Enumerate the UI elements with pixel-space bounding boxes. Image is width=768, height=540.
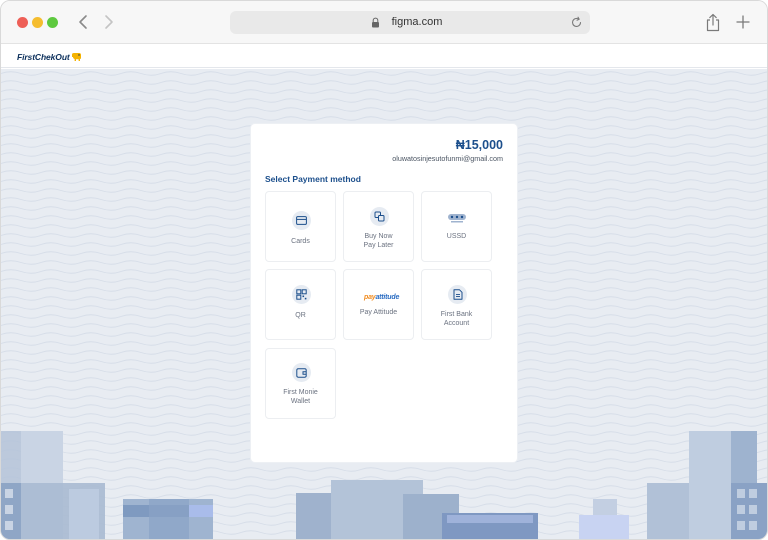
qr-icon (292, 285, 311, 304)
ussd-icon (448, 214, 466, 223)
firstchekout-logo[interactable]: FirstChekOut (17, 51, 82, 63)
maximize-window-button[interactable] (47, 17, 58, 28)
card-icon (292, 211, 311, 230)
back-chevron-icon[interactable] (75, 12, 93, 32)
bnpl-icon (370, 207, 389, 226)
payment-method-pay-attitude[interactable]: payattitude Pay Attitude (343, 269, 414, 340)
browser-toolbar: figma.com (1, 1, 767, 44)
reload-icon[interactable] (570, 16, 583, 29)
method-label: First Monie Wallet (268, 389, 333, 406)
method-label: Cards (291, 238, 310, 245)
payment-method-ussd[interactable]: USSD (421, 191, 492, 262)
method-label: USSD (446, 233, 467, 240)
forward-chevron-icon[interactable] (99, 12, 117, 32)
payment-method-cards[interactable]: Cards (265, 191, 336, 262)
method-label: Buy Now Pay Later (346, 233, 411, 250)
customer-email: oluwatosinjesutofunmi@gmail.com (392, 154, 503, 163)
method-label: First Bank Account (424, 311, 489, 328)
method-label-line2: Account (443, 319, 470, 327)
bank-icon (448, 285, 467, 304)
method-label-line1: First Bank (440, 311, 473, 318)
method-label-line2: Wallet (290, 397, 311, 405)
payment-method-buy-now-pay-later[interactable]: Buy Now Pay Later (343, 191, 414, 262)
method-label-line1: First Monie (283, 389, 318, 396)
site-header: FirstChekOut (1, 44, 767, 68)
share-icon[interactable] (705, 13, 721, 32)
browser-window: figma.com FirstChekOut ₦15,000 oluwatosi… (0, 0, 768, 540)
payment-amount: ₦15,000 (455, 138, 503, 152)
method-label-line1: Buy Now (364, 233, 393, 240)
wallet-icon (292, 363, 311, 382)
payattitude-logo-part1: pay (364, 294, 376, 301)
section-title: Select Payment method (265, 174, 361, 184)
method-label-line2: Pay Later (363, 241, 394, 249)
address-bar[interactable]: figma.com (230, 11, 590, 34)
logo-text: FirstChekOut (17, 52, 70, 62)
method-label: Pay Attitude (359, 309, 398, 316)
payattitude-logo-part2: attitude (375, 294, 400, 301)
payment-method-first-bank-account[interactable]: First Bank Account (421, 269, 492, 340)
url-text: figma.com (391, 16, 443, 28)
close-window-button[interactable] (17, 17, 28, 28)
elephant-logo-icon (71, 53, 81, 61)
plus-icon[interactable] (736, 15, 750, 29)
payment-method-qr[interactable]: QR (265, 269, 336, 340)
payment-card: ₦15,000 oluwatosinjesutofunmi@gmail.com … (251, 124, 517, 462)
minimize-window-button[interactable] (32, 17, 43, 28)
payment-method-first-monie-wallet[interactable]: First Monie Wallet (265, 348, 336, 419)
method-label: QR (295, 312, 306, 319)
payattitude-logo: payattitude (364, 294, 399, 301)
